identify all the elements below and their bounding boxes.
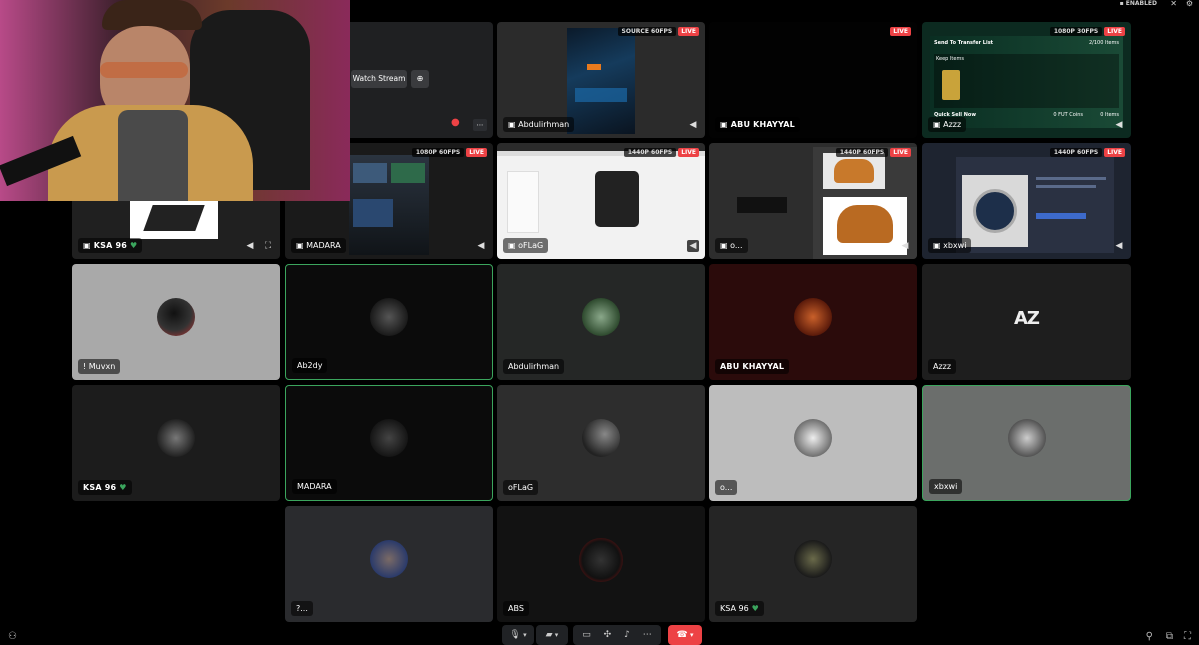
stream-tile-azzz[interactable]: Send To Transfer List 2/100 Items Keep I… (922, 22, 1131, 138)
fullscreen-icon[interactable]: ⛶ (1184, 631, 1191, 642)
avatar (582, 298, 620, 336)
avatar (794, 419, 832, 457)
participant-name: KSA 96 ♥ (78, 480, 132, 495)
volume-icon[interactable]: ◀ (1113, 119, 1125, 131)
phone-hangup-icon: ☎ (676, 630, 688, 640)
watch-stream-button[interactable]: Watch Stream (351, 70, 407, 88)
close-icon[interactable]: ✕ (1170, 0, 1177, 8)
avatar (157, 298, 195, 336)
participant-name: o... (715, 480, 738, 495)
lock-icon: ▪ (1119, 0, 1124, 7)
stream-tile-abdulirhman[interactable]: SOURCE 60FPS LIVE ▣ Abdulirhman ◀ (497, 22, 705, 138)
avatar (370, 540, 408, 578)
participant-tile[interactable]: MADARA (285, 385, 493, 501)
volume-icon[interactable]: ◀ (244, 240, 256, 252)
stream-name: ▣ ABU KHAYYAL (715, 117, 800, 132)
network-icon[interactable]: ⚇ (8, 631, 17, 642)
stream-name: ▣ Azzz (928, 117, 967, 132)
popout-icon[interactable]: ⧉ (1166, 631, 1173, 642)
volume-icon[interactable]: ◀ (1113, 240, 1125, 252)
popout-icon[interactable]: ⊕ (411, 70, 429, 88)
stream-tile-o[interactable]: 1440P 60FPS LIVE ▣ o... ◀ (709, 143, 917, 259)
stream-name: ▣ oFLaG (503, 238, 549, 253)
participant-name: ! Muvxn (78, 359, 121, 374)
stream-name: ▣ KSA 96 ♥ (78, 238, 143, 253)
screen-share-icon[interactable]: ▭ (582, 630, 591, 640)
mute-button[interactable]: 🎙 ▾ (502, 625, 534, 645)
participant-tile[interactable]: oFLaG (497, 385, 705, 501)
stream-screen (956, 157, 1114, 253)
chevron-down-icon: ▾ (687, 631, 694, 639)
participant-name: Abdulirhman (503, 359, 565, 374)
stream-screen (130, 201, 218, 239)
stream-screen: Send To Transfer List 2/100 Items Keep I… (930, 36, 1123, 128)
screen-share-button[interactable]: ▭ ✣ ♪ ⋯ (573, 625, 661, 645)
participant-name: Azzz (928, 359, 957, 374)
stream-name: ▣ MADARA (291, 238, 346, 253)
participant-tile[interactable]: ABS (497, 506, 705, 622)
stream-tile-abu-khayyal[interactable]: LIVE ▣ ABU KHAYYAL (709, 22, 917, 138)
camera-button[interactable]: ▰ ▾ (536, 625, 568, 645)
participant-tile[interactable]: AZ Azzz (922, 264, 1131, 380)
more-icon[interactable]: ⋯ (473, 119, 487, 131)
avatar (157, 419, 195, 457)
fullscreen-icon[interactable]: ⛶ (262, 240, 274, 252)
avatar (370, 419, 408, 457)
participant-name: MADARA (292, 479, 337, 494)
more-icon[interactable]: ⋯ (643, 630, 652, 640)
avatar (370, 298, 408, 336)
activities-icon[interactable]: ✣ (604, 630, 612, 640)
participant-tile[interactable]: xbxwi (922, 385, 1131, 501)
stream-screen (349, 155, 429, 255)
heart-icon: ♥ (751, 604, 759, 613)
pin-icon[interactable]: ⚲ (1146, 631, 1153, 642)
az-logo: AZ (1014, 308, 1040, 329)
participant-name: xbxwi (929, 479, 963, 494)
heart-icon: ♥ (130, 241, 138, 250)
settings-icon[interactable]: ⚙ (1186, 0, 1193, 8)
stream-screen (567, 28, 635, 134)
status-indicator: ▪ ENABLED (1119, 0, 1157, 7)
participant-tile[interactable]: Abdulirhman (497, 264, 705, 380)
participant-tile[interactable]: ! Muvxn (72, 264, 280, 380)
soundboard-icon[interactable]: ♪ (624, 630, 630, 640)
stream-name: ▣ Abdulirhman (503, 117, 575, 132)
participant-tile[interactable]: ABU KHAYYAL (709, 264, 917, 380)
disconnect-button[interactable]: ☎ ▾ (668, 625, 702, 645)
microphone-icon: 🎙 (509, 630, 521, 640)
participant-tile[interactable]: KSA 96 ♥ (709, 506, 917, 622)
participant-tile[interactable]: Ab2dy (285, 264, 493, 380)
participant-name: oFLaG (503, 480, 539, 495)
stream-tile-oflag[interactable]: 1440P 60FPS LIVE ▣ oFLaG ◀ (497, 143, 705, 259)
volume-icon[interactable]: ◀ (687, 240, 699, 252)
volume-icon[interactable]: ◀ (687, 119, 699, 131)
stream-name: ▣ xbxwi (928, 238, 972, 253)
stream-name: ▣ o... (715, 238, 748, 253)
webcam-overlay[interactable] (0, 0, 350, 201)
participant-name: ABS (503, 601, 529, 616)
participant-tile[interactable]: ?... (285, 506, 493, 622)
avatar (582, 419, 620, 457)
pin-icon: ● (451, 117, 460, 128)
participant-name: Ab2dy (292, 358, 328, 373)
participant-tile[interactable]: o... (709, 385, 917, 501)
chevron-down-icon: ▾ (520, 631, 527, 639)
volume-icon[interactable]: ◀ (899, 240, 911, 252)
avatar (794, 298, 832, 336)
chevron-down-icon: ▾ (552, 631, 559, 639)
volume-icon[interactable]: ◀ (475, 240, 487, 252)
participant-name: ?... (291, 601, 313, 616)
heart-icon: ♥ (119, 483, 127, 492)
stream-tile-xbxwi[interactable]: 1440P 60FPS LIVE ▣ xbxwi ◀ (922, 143, 1131, 259)
participant-tile[interactable]: KSA 96 ♥ (72, 385, 280, 501)
camera-off-icon: ▰ (545, 630, 553, 640)
avatar (579, 538, 623, 582)
participant-name: ABU KHAYYAL (715, 359, 790, 374)
avatar (794, 540, 832, 578)
participant-name: KSA 96 ♥ (715, 601, 764, 616)
avatar (1007, 419, 1046, 457)
